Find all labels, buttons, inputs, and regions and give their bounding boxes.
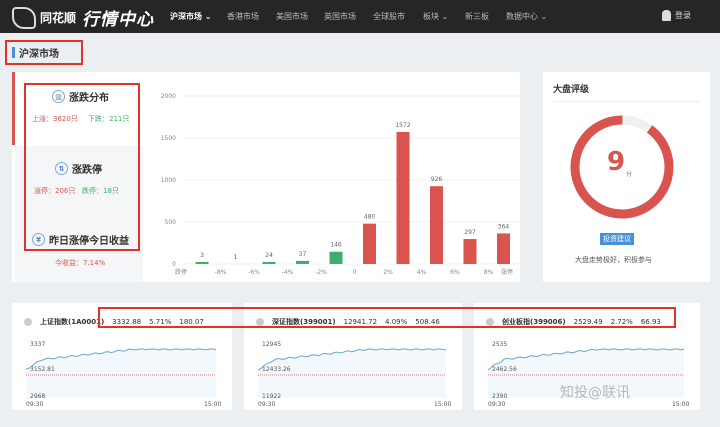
- x-tick-label: -4%: [282, 269, 294, 276]
- rating-title: 大盘评级: [553, 85, 590, 95]
- index-name[interactable]: 上证指数(1A0001): [40, 317, 104, 327]
- bar[interactable]: [463, 239, 477, 264]
- end-time: 15:00: [434, 401, 452, 408]
- x-tick-label: -2%: [315, 269, 327, 276]
- bar-value-label: 297: [464, 229, 476, 236]
- end-time: 15:00: [204, 401, 222, 408]
- highlight-box: [98, 307, 676, 328]
- high-label: 3337: [30, 341, 46, 348]
- bar[interactable]: [497, 233, 510, 264]
- high-label: 2535: [492, 341, 508, 348]
- divider: [553, 101, 700, 102]
- bar-value-label: 37: [299, 251, 307, 258]
- bar[interactable]: [363, 223, 376, 264]
- x-tick-label: 涨停: [501, 268, 513, 276]
- advice-badge[interactable]: 投资建议: [600, 233, 634, 245]
- bar[interactable]: [430, 186, 443, 264]
- base-label: 3152.81: [30, 366, 55, 373]
- low-label: 11922: [262, 393, 282, 400]
- start-time: 09:30: [258, 401, 276, 408]
- bar[interactable]: [262, 261, 276, 264]
- y-tick-label: 500: [165, 219, 177, 226]
- y-tick-label: 1000: [161, 177, 176, 184]
- y-tick-label: 2000: [161, 93, 176, 100]
- base-label: 2462.56: [492, 366, 517, 373]
- x-tick-label: 跌停: [175, 268, 187, 276]
- bar-value-label: 1: [234, 254, 238, 261]
- bar-value-label: 480: [364, 214, 376, 221]
- watermark: 知投@联讯: [560, 385, 630, 401]
- bar-value-label: 364: [498, 223, 510, 230]
- clock-icon: [24, 318, 32, 326]
- end-time: 15:00: [672, 401, 690, 408]
- x-tick-label: 2%: [383, 269, 393, 276]
- advice-text: 大盘走势极好，积极参与: [575, 256, 652, 264]
- start-time: 09:30: [488, 401, 506, 408]
- x-tick-label: -8%: [215, 269, 227, 276]
- x-tick-label: 0: [353, 269, 357, 276]
- low-label: 2968: [30, 393, 46, 400]
- base-label: 12433.26: [262, 366, 291, 373]
- bar[interactable]: [396, 131, 410, 264]
- bar-value-label: 24: [265, 252, 273, 259]
- bar-value-label: 1572: [395, 122, 410, 129]
- x-tick-label: 8%: [484, 269, 494, 276]
- x-tick-label: 6%: [450, 269, 460, 276]
- score-unit: 分: [626, 171, 633, 178]
- bar-value-label: 926: [431, 176, 443, 183]
- price-area: [258, 349, 446, 398]
- start-time: 09:30: [26, 401, 44, 408]
- price-area: [26, 349, 216, 398]
- bar[interactable]: [329, 251, 343, 264]
- bar-value-label: 146: [330, 242, 342, 249]
- rating-score: 9: [607, 147, 626, 177]
- y-tick-label: 0: [172, 261, 176, 268]
- x-tick-label: 4%: [417, 269, 427, 276]
- bar-value-label: 3: [200, 252, 204, 259]
- bar[interactable]: [195, 262, 209, 264]
- rating-card: 大盘评级 9 分 投资建议 大盘走势极好，积极参与: [543, 72, 710, 282]
- y-tick-label: 1500: [161, 135, 176, 142]
- x-tick-label: -6%: [248, 269, 260, 276]
- bar[interactable]: [296, 260, 309, 264]
- high-label: 12945: [262, 341, 282, 348]
- low-label: 2390: [492, 393, 508, 400]
